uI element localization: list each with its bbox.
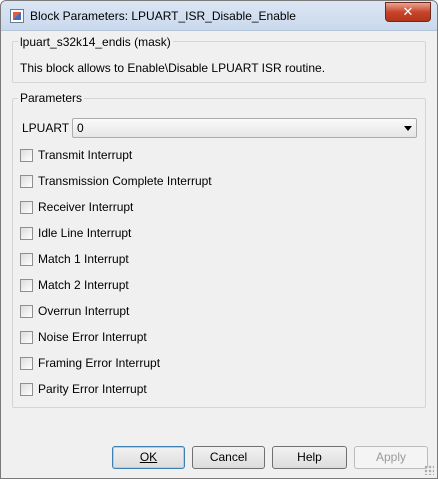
- description-text: This block allows to Enable\Disable LPUA…: [20, 61, 326, 75]
- block-parameters-dialog: Block Parameters: LPUART_ISR_Disable_Ena…: [0, 0, 438, 479]
- description-legend: lpuart_s32k14_endis (mask): [18, 35, 173, 49]
- lpuart-dropdown[interactable]: 0: [72, 118, 417, 138]
- checkbox[interactable]: [20, 305, 33, 318]
- checkbox[interactable]: [20, 149, 33, 162]
- checkbox-label: Match 1 Interrupt: [38, 252, 129, 266]
- checkbox[interactable]: [20, 357, 33, 370]
- checkbox-label: Receiver Interrupt: [38, 200, 134, 214]
- checkbox-label: Noise Error Interrupt: [38, 330, 147, 344]
- checkbox[interactable]: [20, 383, 33, 396]
- checkbox[interactable]: [20, 279, 33, 292]
- chevron-down-icon: [404, 126, 412, 131]
- window-title: Block Parameters: LPUART_ISR_Disable_Ena…: [30, 9, 296, 23]
- checkbox[interactable]: [20, 253, 33, 266]
- apply-button-label: Apply: [375, 450, 407, 464]
- help-button-label: Help: [297, 450, 322, 464]
- close-button[interactable]: ✕: [385, 2, 431, 22]
- checkbox-label: Transmission Complete Interrupt: [38, 174, 212, 188]
- checkbox-label: Parity Error Interrupt: [38, 382, 147, 396]
- help-button[interactable]: Help: [272, 446, 347, 469]
- cancel-button-label: Cancel: [209, 450, 248, 464]
- checkbox[interactable]: [20, 227, 33, 240]
- checkbox[interactable]: [20, 331, 33, 344]
- checkbox-label: Transmit Interrupt: [38, 148, 133, 162]
- resize-grip-icon[interactable]: [424, 465, 434, 475]
- parameters-legend: Parameters: [18, 91, 85, 105]
- checkbox-label: Overrun Interrupt: [38, 304, 130, 318]
- checkbox-label: Framing Error Interrupt: [38, 356, 161, 370]
- ok-button[interactable]: OK: [112, 446, 185, 469]
- checkbox[interactable]: [20, 201, 33, 214]
- title-bar[interactable]: Block Parameters: LPUART_ISR_Disable_Ena…: [1, 1, 437, 31]
- lpuart-dropdown-value: 0: [77, 121, 84, 135]
- checkbox-label: Match 2 Interrupt: [38, 278, 129, 292]
- checkbox[interactable]: [20, 175, 33, 188]
- apply-button[interactable]: Apply: [354, 446, 428, 469]
- simulink-block-icon: [10, 9, 24, 23]
- checkbox-label: Idle Line Interrupt: [38, 226, 132, 240]
- ok-button-label: OK: [139, 450, 158, 464]
- lpuart-label: LPUART: [22, 121, 70, 135]
- cancel-button[interactable]: Cancel: [192, 446, 265, 469]
